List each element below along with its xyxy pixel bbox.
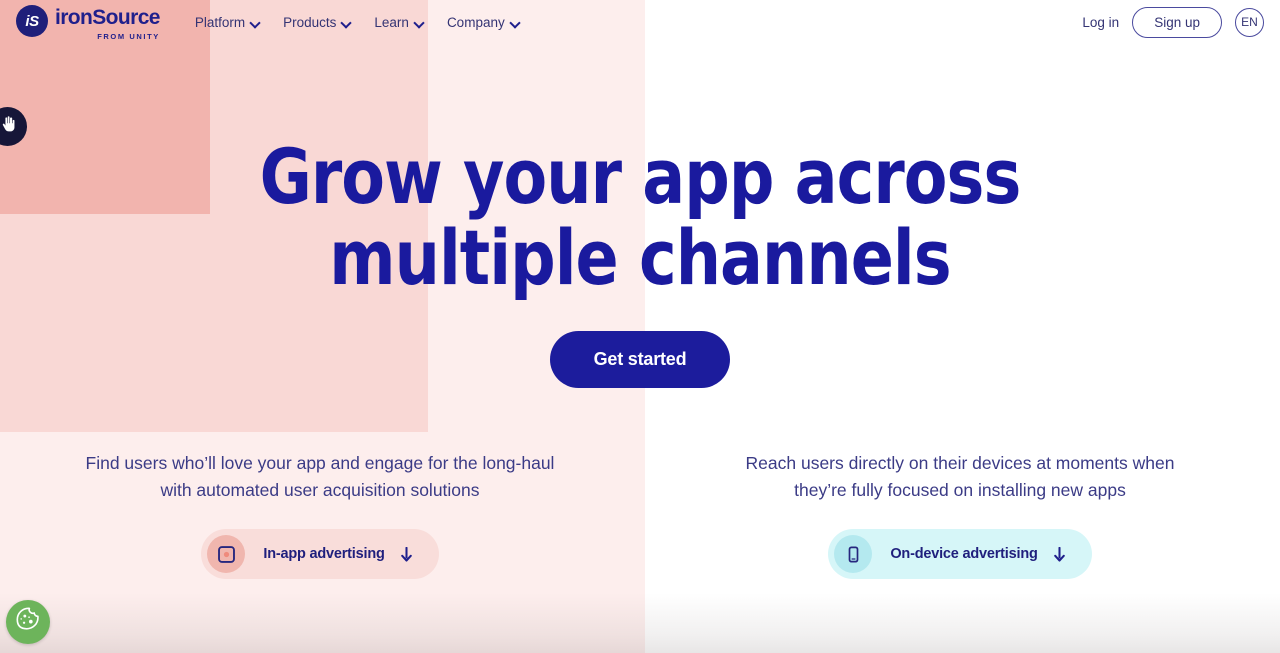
chevron-down-icon — [251, 18, 260, 27]
nav-item-label: Platform — [194, 14, 246, 30]
nav-item-label: Products — [283, 14, 337, 30]
feature-column-on-device: Reach users directly on their devices at… — [640, 431, 1280, 653]
header-actions: Log in Sign up EN — [1082, 6, 1264, 38]
site-header: iS ironSource FROM UNITY Platform Produc… — [0, 0, 1280, 44]
nav-item-learn[interactable]: Learn — [365, 9, 433, 36]
nav-item-platform[interactable]: Platform — [186, 9, 269, 36]
app-square-icon — [207, 535, 246, 574]
language-selector-button[interactable]: EN — [1235, 7, 1264, 37]
hero-section: Grow your app across multiple channels G… — [0, 0, 1280, 389]
page-title: Grow your app across multiple channels — [45, 136, 1235, 298]
nav-item-products[interactable]: Products — [274, 9, 360, 36]
sign-up-button[interactable]: Sign up — [1132, 6, 1222, 38]
hero-title-line-2: multiple channels — [329, 212, 951, 302]
nav-item-label: Company — [446, 14, 505, 30]
feature-description: Reach users directly on their devices at… — [745, 453, 1175, 500]
nav-item-label: Learn — [374, 14, 409, 30]
chevron-down-icon — [342, 18, 351, 27]
hero-title-line-1: Grow your app across — [259, 132, 1022, 221]
mobile-phone-icon — [834, 535, 873, 574]
arrow-down-icon — [400, 546, 413, 562]
nav-item-company[interactable]: Company — [438, 9, 529, 36]
feature-column-in-app: Find users who’ll love your app and enga… — [0, 431, 640, 653]
logo-wordmark: ironSource — [55, 6, 160, 30]
pill-label: On-device advertising — [890, 546, 1038, 563]
arrow-down-icon — [1053, 546, 1066, 562]
main-navigation: Platform Products Learn Company — [186, 9, 529, 36]
chevron-down-icon — [511, 18, 520, 27]
pill-label: In-app advertising — [263, 546, 385, 563]
on-device-advertising-pill[interactable]: On-device advertising — [828, 529, 1092, 580]
logo[interactable]: iS ironSource FROM UNITY — [16, 3, 160, 41]
accessibility-hand-icon — [0, 115, 20, 139]
log-in-link[interactable]: Log in — [1082, 15, 1119, 30]
feature-description: Find users who’ll love your app and enga… — [85, 453, 555, 500]
cookie-settings-button[interactable] — [6, 600, 50, 644]
cookie-icon — [15, 606, 42, 638]
in-app-advertising-pill[interactable]: In-app advertising — [201, 529, 439, 580]
logo-tagline: FROM UNITY — [97, 31, 160, 41]
feature-columns: Find users who’ll love your app and enga… — [0, 431, 1280, 653]
logo-mark-icon: iS — [16, 5, 48, 38]
chevron-down-icon — [415, 18, 424, 27]
get-started-button[interactable]: Get started — [549, 331, 731, 389]
